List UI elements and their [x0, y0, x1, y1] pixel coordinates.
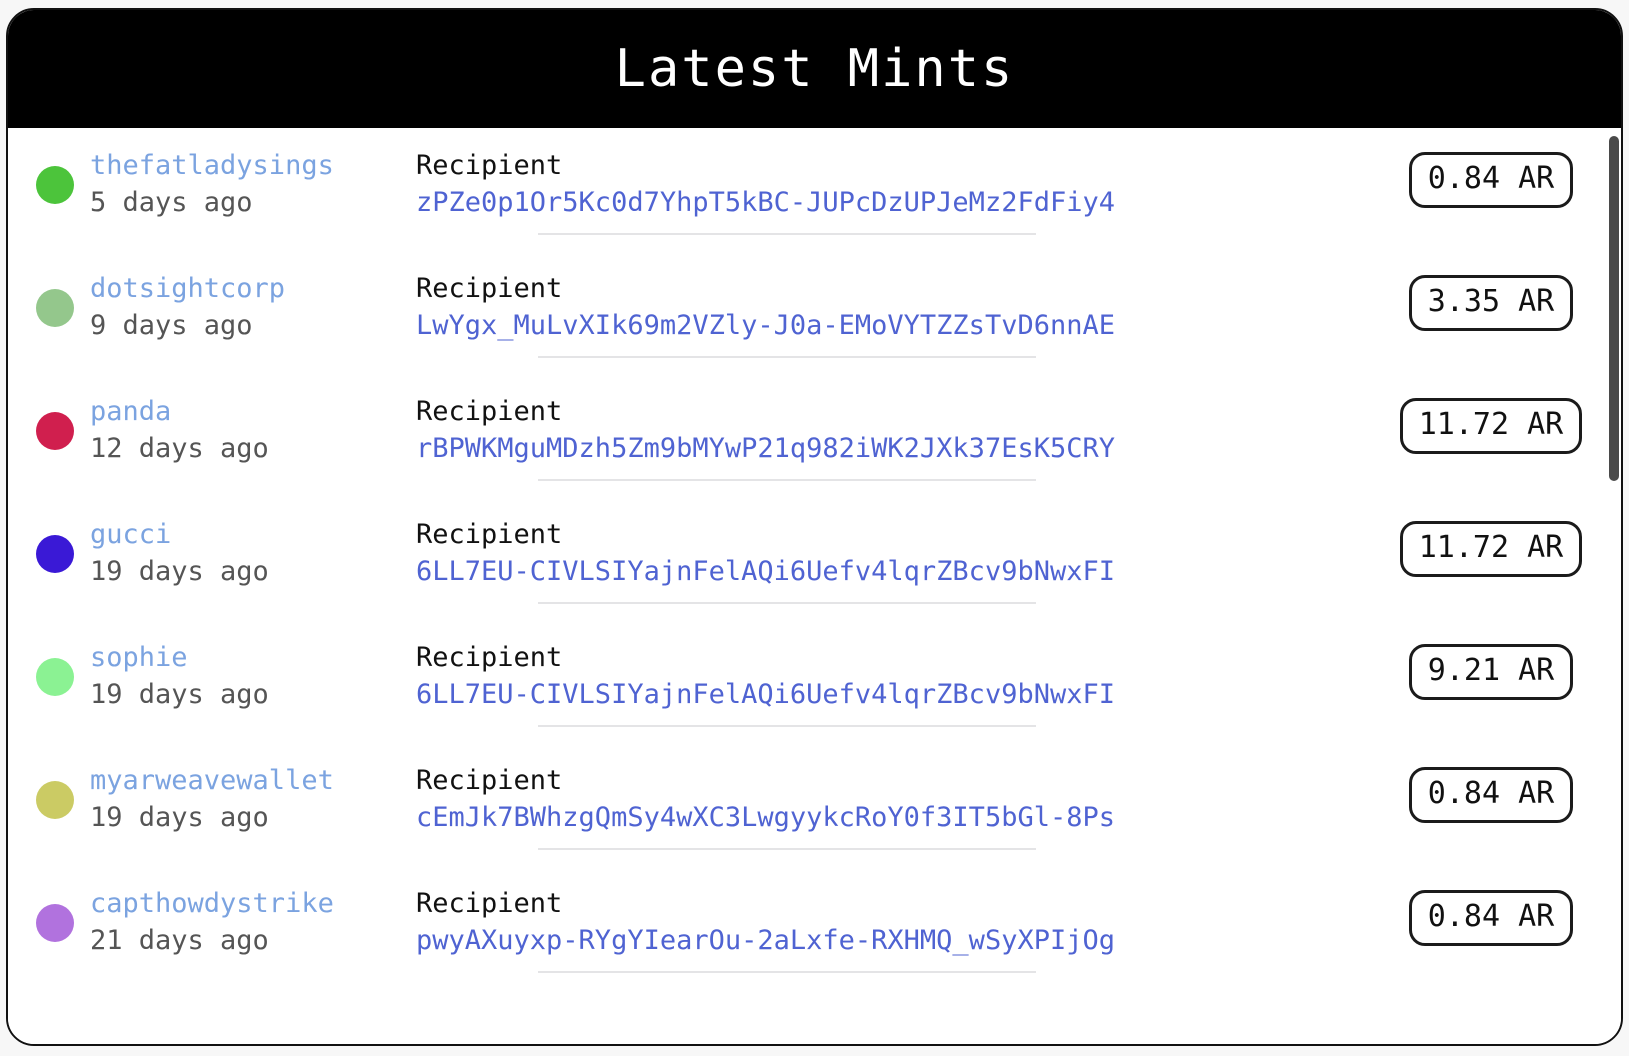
avatar-dot-icon: [36, 780, 74, 819]
recipient-address-link[interactable]: cEmJk7BWhzgQmSy4wXC3LwgyykcRoY0f3IT5bGl-…: [416, 802, 1361, 835]
recipient-block: Recipient zPZe0p1Or5Kc0d7YhpT5kBC-JUPcDz…: [408, 150, 1361, 220]
amount-cell: 3.35 AR: [1361, 273, 1621, 331]
mints-list[interactable]: thefatladysings 5 days ago Recipient zPZ…: [8, 128, 1621, 1044]
recipient-label: Recipient: [416, 396, 563, 427]
row-divider: [538, 848, 1036, 850]
recipient-address-link[interactable]: LwYgx_MuLvXIk69m2VZly-J0a-EMoVYTZZsTvD6n…: [416, 310, 1361, 343]
row-divider: [538, 725, 1036, 727]
minter-username[interactable]: sophie: [90, 642, 269, 675]
recipient-block: Recipient 6LL7EU-CIVLSIYajnFelAQi6Uefv4l…: [408, 519, 1361, 589]
minter-username[interactable]: capthowdystrike: [90, 888, 334, 921]
amount-badge: 0.84 AR: [1408, 152, 1574, 208]
page-title: Latest Mints: [614, 39, 1015, 99]
amount-badge: 9.21 AR: [1408, 644, 1574, 700]
avatar-dot-icon: [36, 657, 74, 696]
avatar-dot-icon: [36, 411, 74, 450]
minter-info: myarweavewallet 19 days ago: [8, 765, 408, 835]
minter-username[interactable]: myarweavewallet: [90, 765, 334, 798]
amount-cell: 0.84 AR: [1361, 888, 1621, 946]
recipient-label: Recipient: [416, 150, 563, 181]
list-item[interactable]: sophie 19 days ago Recipient 6LL7EU-CIVL…: [8, 620, 1621, 743]
minter-identity: sophie 19 days ago: [90, 642, 269, 712]
recipient-label: Recipient: [416, 519, 563, 550]
mint-timestamp: 19 days ago: [90, 678, 269, 710]
recipient-address-link[interactable]: 6LL7EU-CIVLSIYajnFelAQi6Uefv4lqrZBcv9bNw…: [416, 556, 1361, 589]
amount-badge: 0.84 AR: [1408, 890, 1574, 946]
row-divider: [538, 602, 1036, 604]
minter-identity: panda 12 days ago: [90, 396, 269, 466]
row-divider: [538, 971, 1036, 973]
recipient-block: Recipient rBPWKMguMDzh5Zm9bMYwP21q982iWK…: [408, 396, 1361, 466]
row-divider: [538, 233, 1036, 235]
recipient-block: Recipient pwyAXuyxp-RYgYIearOu-2aLxfe-RX…: [408, 888, 1361, 958]
amount-cell: 0.84 AR: [1361, 765, 1621, 823]
minter-info: thefatladysings 5 days ago: [8, 150, 408, 220]
mint-timestamp: 21 days ago: [90, 924, 269, 956]
amount-badge: 11.72 AR: [1399, 521, 1583, 577]
minter-username[interactable]: thefatladysings: [90, 150, 334, 183]
list-item[interactable]: myarweavewallet 19 days ago Recipient cE…: [8, 743, 1621, 866]
mint-timestamp: 5 days ago: [90, 186, 253, 218]
avatar-dot-icon: [36, 288, 74, 327]
mint-timestamp: 12 days ago: [90, 432, 269, 464]
recipient-address-link[interactable]: 6LL7EU-CIVLSIYajnFelAQi6Uefv4lqrZBcv9bNw…: [416, 679, 1361, 712]
recipient-address-link[interactable]: pwyAXuyxp-RYgYIearOu-2aLxfe-RXHMQ_wSyXPI…: [416, 925, 1361, 958]
mint-timestamp: 19 days ago: [90, 555, 269, 587]
minter-info: dotsightcorp 9 days ago: [8, 273, 408, 343]
minter-identity: myarweavewallet 19 days ago: [90, 765, 334, 835]
amount-badge: 3.35 AR: [1408, 275, 1574, 331]
recipient-address-link[interactable]: rBPWKMguMDzh5Zm9bMYwP21q982iWK2JXk37EsK5…: [416, 433, 1361, 466]
minter-username[interactable]: panda: [90, 396, 269, 429]
list-item[interactable]: capthowdystrike 21 days ago Recipient pw…: [8, 866, 1621, 989]
minter-identity: dotsightcorp 9 days ago: [90, 273, 285, 343]
list-item[interactable]: dotsightcorp 9 days ago Recipient LwYgx_…: [8, 251, 1621, 374]
recipient-label: Recipient: [416, 273, 563, 304]
avatar-dot-icon: [36, 903, 74, 942]
minter-identity: thefatladysings 5 days ago: [90, 150, 334, 220]
recipient-label: Recipient: [416, 642, 563, 673]
recipient-block: Recipient cEmJk7BWhzgQmSy4wXC3LwgyykcRoY…: [408, 765, 1361, 835]
row-divider: [538, 356, 1036, 358]
amount-badge: 11.72 AR: [1399, 398, 1583, 454]
minter-info: sophie 19 days ago: [8, 642, 408, 712]
amount-cell: 11.72 AR: [1361, 519, 1621, 577]
minter-username[interactable]: dotsightcorp: [90, 273, 285, 306]
minter-info: panda 12 days ago: [8, 396, 408, 466]
list-item[interactable]: panda 12 days ago Recipient rBPWKMguMDzh…: [8, 374, 1621, 497]
recipient-block: Recipient 6LL7EU-CIVLSIYajnFelAQi6Uefv4l…: [408, 642, 1361, 712]
minter-identity: capthowdystrike 21 days ago: [90, 888, 334, 958]
mint-timestamp: 9 days ago: [90, 309, 253, 341]
recipient-label: Recipient: [416, 888, 563, 919]
avatar-dot-icon: [36, 534, 74, 573]
minter-info: capthowdystrike 21 days ago: [8, 888, 408, 958]
avatar-dot-icon: [36, 165, 74, 204]
mint-timestamp: 19 days ago: [90, 801, 269, 833]
latest-mints-card: Latest Mints thefatladysings 5 days ago …: [6, 8, 1623, 1046]
app-root: Latest Mints thefatladysings 5 days ago …: [0, 0, 1629, 1056]
minter-info: gucci 19 days ago: [8, 519, 408, 589]
recipient-label: Recipient: [416, 765, 563, 796]
amount-badge: 0.84 AR: [1408, 767, 1574, 823]
scrollbar-thumb[interactable]: [1609, 136, 1619, 481]
amount-cell: 9.21 AR: [1361, 642, 1621, 700]
minter-identity: gucci 19 days ago: [90, 519, 269, 589]
vertical-scrollbar[interactable]: [1609, 128, 1619, 1044]
list-item[interactable]: gucci 19 days ago Recipient 6LL7EU-CIVLS…: [8, 497, 1621, 620]
minter-username[interactable]: gucci: [90, 519, 269, 552]
row-divider: [538, 479, 1036, 481]
recipient-block: Recipient LwYgx_MuLvXIk69m2VZly-J0a-EMoV…: [408, 273, 1361, 343]
amount-cell: 11.72 AR: [1361, 396, 1621, 454]
card-header: Latest Mints: [8, 10, 1621, 128]
recipient-address-link[interactable]: zPZe0p1Or5Kc0d7YhpT5kBC-JUPcDzUPJeMz2FdF…: [416, 187, 1361, 220]
list-item[interactable]: thefatladysings 5 days ago Recipient zPZ…: [8, 128, 1621, 251]
amount-cell: 0.84 AR: [1361, 150, 1621, 208]
